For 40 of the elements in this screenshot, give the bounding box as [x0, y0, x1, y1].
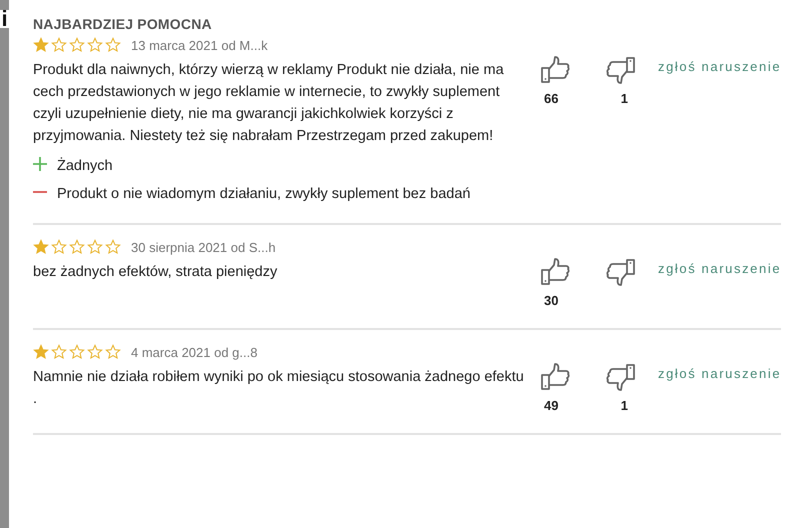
- star-icon: [33, 239, 49, 255]
- star-icon: [69, 239, 85, 255]
- star-icon: [51, 344, 67, 360]
- star-icon: [69, 37, 85, 53]
- likes-count: 66: [544, 91, 558, 106]
- review-meta: 4 marca 2021 od g...8: [131, 344, 258, 360]
- star-icon: [105, 37, 121, 53]
- pro-text: Żadnych: [57, 158, 113, 174]
- plus-icon: [33, 157, 47, 171]
- report-link[interactable]: zgłoś naruszenie: [658, 261, 782, 277]
- star-icon: [33, 344, 49, 360]
- star-icon: [87, 344, 103, 360]
- star-icon: [105, 239, 121, 255]
- thumbs-up-icon[interactable]: [540, 55, 570, 85]
- thumbs-up-icon[interactable]: [540, 362, 570, 392]
- star-icon: [51, 37, 67, 53]
- report-link[interactable]: zgłoś naruszenie: [658, 59, 782, 75]
- likes-count: 30: [544, 293, 558, 308]
- review-text: Namnie nie działa robiłem wyniki po ok miesiącu stosowania żadnego efektu .: [33, 368, 525, 409]
- dislikes-count: 1: [620, 398, 628, 413]
- review-text: Produkt dla naiwnych, którzy wierzą w reklamy Produkt nie działa, nie ma cech przedstawionych w jego reklamie w internecie, to zwykły suplement czyli uzupełnienie diety, nie ma gwarancji jakichkolwiek korzyści z przyjmowania. Niestety też się nabrałam Przestrzegam przed zakupem!: [33, 61, 505, 146]
- thumbs-down-icon[interactable]: [606, 55, 636, 85]
- star-icon: [51, 239, 67, 255]
- review-meta: 13 marca 2021 od M...k: [131, 38, 268, 52]
- likes-count: 49: [544, 398, 558, 413]
- thumbs-up-icon[interactable]: [540, 257, 570, 287]
- star-icon: [105, 344, 121, 360]
- star-icon: [69, 344, 85, 360]
- star-icon: [87, 239, 103, 255]
- thumbs-down-icon[interactable]: [606, 362, 636, 392]
- review-meta: 30 sierpnia 2021 od S...h: [131, 240, 276, 254]
- con-text: Produkt o nie wiadomym działaniu, zwykły suplement bez badań: [57, 186, 470, 202]
- report-link[interactable]: zgłoś naruszenie: [658, 366, 782, 382]
- edge-text: i: [0, 10, 9, 28]
- star-icon: [33, 37, 49, 53]
- dislikes-count: 1: [620, 91, 628, 106]
- section-title: NAJBARDZIEJ POMOCNA: [33, 16, 213, 32]
- thumbs-down-icon[interactable]: [606, 257, 636, 287]
- star-icon: [87, 37, 103, 53]
- review-text: bez żadnych efektów, strata pieniędzy: [33, 263, 278, 282]
